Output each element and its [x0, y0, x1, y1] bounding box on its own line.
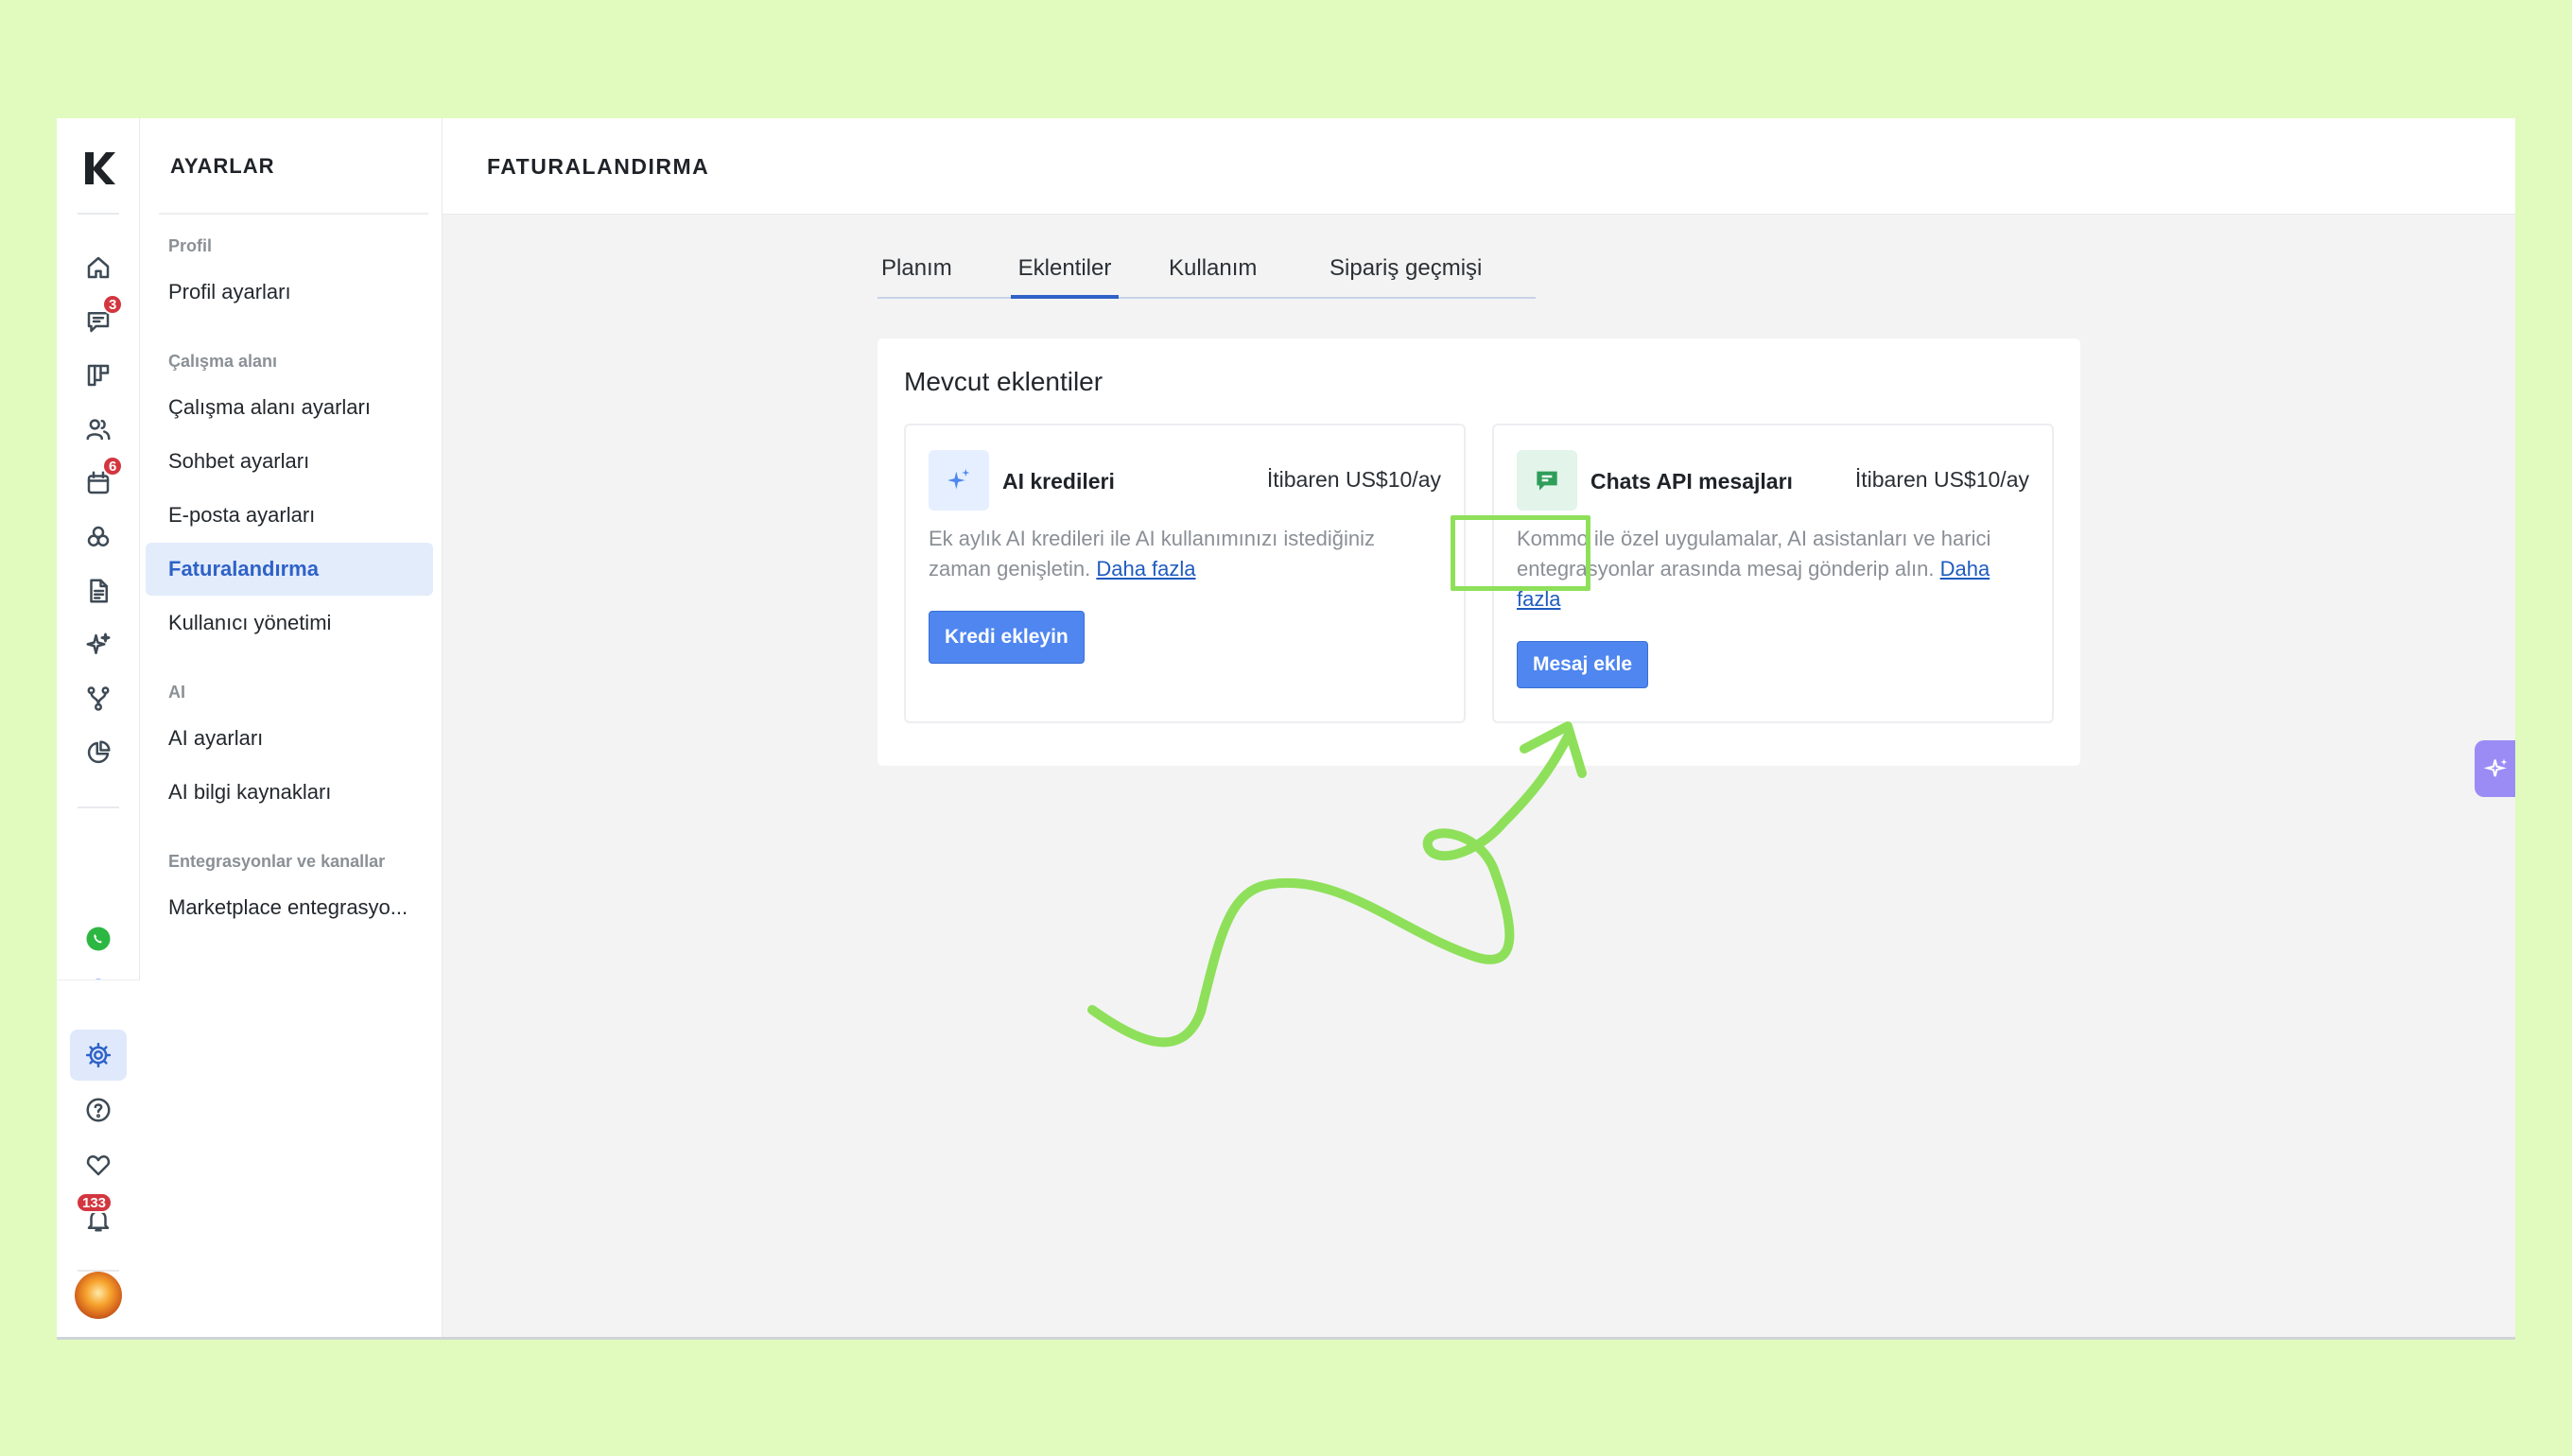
- sidebar-item-user-management[interactable]: Kullanıcı yönetimi: [146, 597, 433, 650]
- gear-icon: [85, 1042, 112, 1068]
- sidebar-item-billing[interactable]: Faturalandırma: [146, 543, 433, 596]
- sidebar-item-ai-settings[interactable]: AI ayarları: [146, 712, 433, 765]
- billing-tabs: Planım Eklentiler Kullanım Sipariş geçmi…: [878, 255, 1536, 299]
- message-icon: [1537, 471, 1557, 491]
- sidebar-item-chat-settings[interactable]: Sohbet ayarları: [146, 435, 433, 488]
- icon-rail: 3 6 133: [57, 118, 140, 1337]
- settings-heading: AYARLAR: [170, 154, 275, 178]
- notifications-badge: 133: [76, 1192, 113, 1213]
- mail-nav[interactable]: [70, 511, 127, 563]
- section-profile: Profil: [168, 236, 213, 255]
- ai-assistant-button[interactable]: [2475, 740, 2515, 797]
- kommo-logo[interactable]: [78, 147, 119, 188]
- contacts-nav[interactable]: [70, 404, 127, 455]
- addon-price: İtibaren US$10/ay: [1266, 467, 1441, 492]
- tab-order-history[interactable]: Sipariş geçmişi: [1329, 255, 1482, 299]
- annotation-highlight: [1451, 515, 1590, 591]
- addon-ai-credits: AI kredileri İtibaren US$10/ay Ek aylık …: [904, 424, 1466, 723]
- chats-api-icon-box: [1517, 450, 1577, 511]
- document-icon: [90, 579, 108, 603]
- heart-icon: [86, 1155, 111, 1176]
- ai-nav[interactable]: [70, 619, 127, 670]
- section-ai: AI: [168, 683, 185, 702]
- calendar-badge: 6: [102, 456, 124, 477]
- branches-icon: [87, 686, 110, 711]
- stats-nav[interactable]: [70, 727, 127, 778]
- add-credits-button[interactable]: Kredi ekleyin: [929, 611, 1085, 664]
- settings-sidebar: AYARLAR Profil Profil ayarları Çalışma a…: [140, 118, 443, 1337]
- help-nav[interactable]: [70, 1084, 127, 1135]
- automation-nav[interactable]: [70, 673, 127, 724]
- addon-description: Ek aylık AI kredileri ile AI kullanımını…: [929, 524, 1439, 584]
- favorites-nav[interactable]: [70, 1139, 127, 1190]
- sidebar-item-ai-sources[interactable]: AI bilgi kaynakları: [146, 766, 433, 819]
- section-integrations: Entegrasyonlar ve kanallar: [168, 852, 386, 871]
- home-icon: [87, 256, 110, 279]
- chats-badge: 3: [102, 294, 124, 315]
- section-workspace: Çalışma alanı: [168, 352, 278, 371]
- addons-title: Mevcut eklentiler: [904, 367, 1104, 396]
- tab-plan[interactable]: Planım: [881, 255, 952, 299]
- pie-chart-icon: [87, 740, 111, 764]
- whatsapp-nav[interactable]: [70, 913, 127, 964]
- tab-usage[interactable]: Kullanım: [1169, 255, 1257, 299]
- more-link[interactable]: Daha fazla: [1096, 557, 1195, 581]
- sparkle-icon: [947, 469, 970, 490]
- rail-divider: [78, 806, 119, 808]
- pipeline-icon: [87, 364, 110, 387]
- sparkle-icon: [86, 633, 111, 654]
- leads-nav[interactable]: [70, 350, 127, 401]
- app-window: 3 6 133 AYARLAR Profil Profil ayarları Ç…: [57, 118, 2515, 1340]
- settings-nav[interactable]: [70, 1030, 127, 1081]
- sparkle-icon: [2484, 758, 2508, 777]
- circles-icon: [87, 526, 110, 546]
- user-avatar[interactable]: [75, 1272, 122, 1319]
- dashboard-nav[interactable]: [70, 242, 127, 293]
- addon-description: Kommo ile özel uygulamalar, AI asistanla…: [1517, 524, 2027, 615]
- ai-credits-icon-box: [929, 450, 989, 511]
- addon-name: Chats API mesajları: [1590, 469, 1793, 494]
- addon-name: AI kredileri: [1002, 469, 1115, 494]
- sidebar-item-profile-settings[interactable]: Profil ayarları: [146, 266, 433, 319]
- whatsapp-icon: [86, 927, 111, 951]
- sidebar-item-email-settings[interactable]: E-posta ayarları: [146, 489, 433, 542]
- sidebar-item-marketplace[interactable]: Marketplace entegrasyo...: [146, 881, 433, 934]
- calendar-nav[interactable]: 6: [70, 456, 127, 509]
- page-header: FATURALANDIRMA: [443, 118, 2515, 215]
- add-messages-button[interactable]: Mesaj ekle: [1517, 641, 1649, 688]
- documents-nav[interactable]: [70, 565, 127, 616]
- notifications-nav[interactable]: 133: [70, 1192, 127, 1245]
- rail-divider: [78, 213, 119, 215]
- addon-price: İtibaren US$10/ay: [1854, 467, 2029, 492]
- settings-divider: [159, 213, 428, 215]
- sidebar-item-workspace-settings[interactable]: Çalışma alanı ayarları: [146, 381, 433, 434]
- help-icon: [86, 1098, 111, 1122]
- page-title: FATURALANDIRMA: [487, 154, 710, 179]
- chats-nav[interactable]: 3: [70, 294, 127, 347]
- contacts-icon: [86, 419, 111, 441]
- tab-addons[interactable]: Eklentiler: [1011, 255, 1119, 299]
